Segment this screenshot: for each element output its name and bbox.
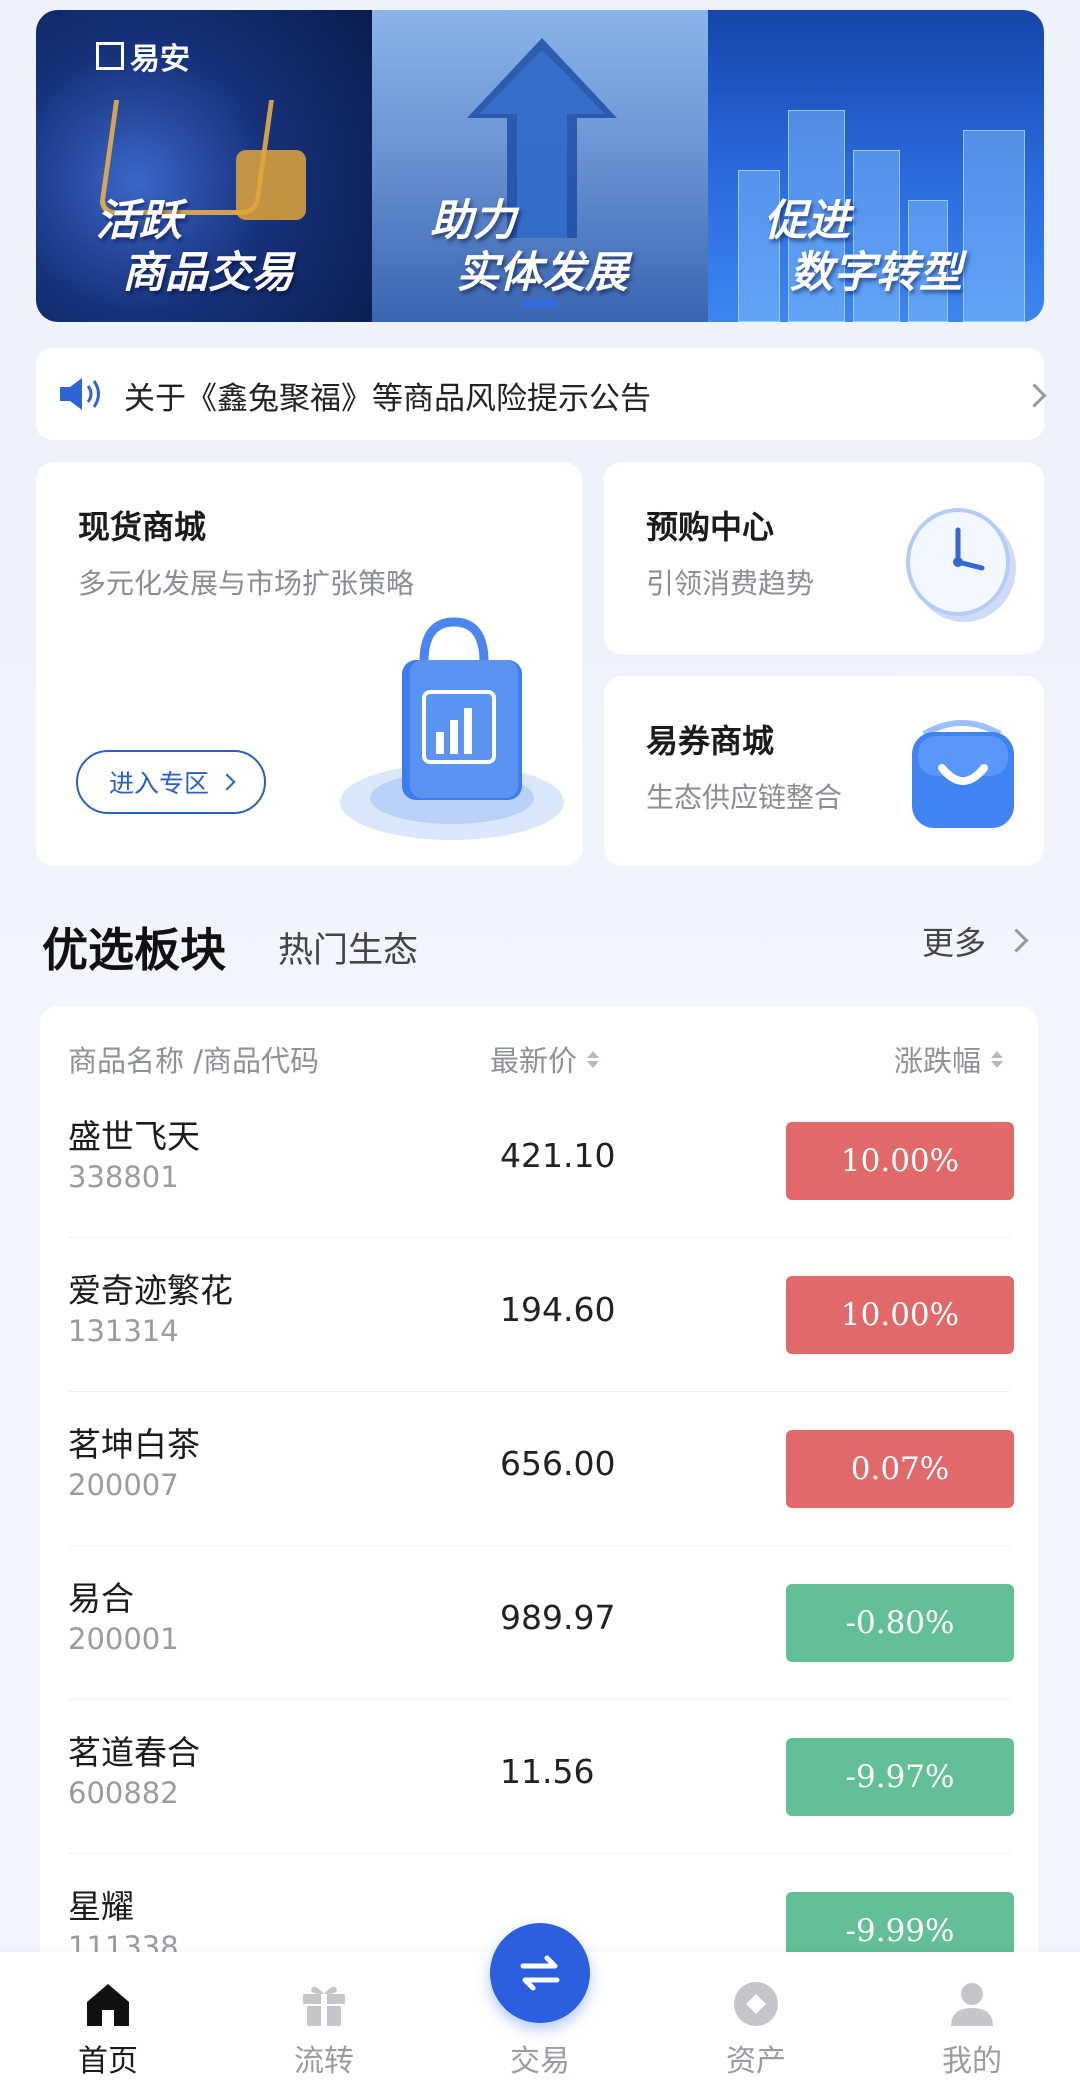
change-badge: 0.07%: [786, 1430, 1014, 1508]
banner-slogan-2: 助力 实体发展: [430, 196, 628, 298]
product-name: 星耀: [68, 1887, 134, 1926]
card-title: 现货商城: [78, 508, 207, 546]
product-code: 200001: [68, 1622, 179, 1656]
latest-price: 11.56: [500, 1752, 595, 1791]
nav-label: 流转: [294, 2044, 354, 2079]
nav-label: 资产: [726, 2044, 786, 2079]
product-code: 338801: [68, 1160, 179, 1194]
latest-price: 656.00: [500, 1444, 616, 1483]
logo-mark-icon: [96, 42, 124, 70]
banner-slogan-3: 促进 数字转型: [764, 196, 962, 298]
banner-slide-3: 促进 数字转型: [708, 10, 1044, 322]
banner-slide-1: 易安 活跃 商品交易: [36, 10, 372, 322]
card-title: 预购中心: [646, 508, 775, 546]
product-code: 200007: [68, 1468, 179, 1502]
user-icon: [951, 1983, 993, 2026]
table-row[interactable]: 茗坤白茶 200007 656.00 0.07%: [40, 1392, 1038, 1546]
spot-mall-card[interactable]: 现货商城 多元化发展与市场扩张策略 进入专区: [36, 462, 582, 866]
column-header-change[interactable]: 涨跌幅: [894, 1038, 1004, 1080]
exchange-icon: [520, 1955, 560, 1991]
gift-icon: [303, 1986, 345, 2026]
banner-page-indicator: [522, 300, 558, 307]
latest-price: 989.97: [500, 1598, 616, 1637]
card-subtitle: 引领消费趋势: [646, 567, 815, 600]
product-name: 爱奇迹繁花: [68, 1271, 233, 1310]
announcement-bar[interactable]: 关于《鑫兔聚福》等商品风险提示公告: [36, 348, 1047, 440]
nav-label: 交易: [510, 2044, 570, 2079]
latest-price: 194.60: [500, 1290, 616, 1329]
clock-icon: [906, 508, 1016, 622]
product-name: 盛世飞天: [68, 1117, 200, 1156]
table-row[interactable]: 易合 200001 989.97 -0.80%: [40, 1546, 1038, 1700]
nav-item-assets[interactable]: 资产: [676, 1952, 836, 2083]
presale-center-card[interactable]: 预购中心 引领消费趋势: [604, 462, 1044, 654]
banner-slogan-1: 活跃 商品交易: [96, 196, 294, 298]
brand-logo: 易安: [96, 34, 190, 78]
sort-icon: [587, 1050, 600, 1068]
speaker-icon: [60, 378, 100, 410]
card-title: 易券商城: [646, 722, 775, 760]
quote-table: 商品名称 /商品代码 最新价 涨跌幅 盛世飞天 338801 421.10 10…: [40, 1006, 1038, 2006]
promo-banner[interactable]: 易安 活跃 商品交易 助力 实体发展 促进 数字转型: [36, 10, 1044, 322]
product-code: 600882: [68, 1776, 179, 1810]
change-badge: 10.00%: [786, 1122, 1014, 1200]
table-row[interactable]: 茗道春合 600882 11.56 -9.97%: [40, 1700, 1038, 1854]
table-row[interactable]: 爱奇迹繁花 131314 194.60 10.00%: [40, 1238, 1038, 1392]
change-badge: -0.80%: [786, 1584, 1014, 1662]
card-subtitle: 多元化发展与市场扩张策略: [78, 567, 415, 600]
logo-text: 易安: [130, 42, 190, 77]
column-header-name: 商品名称 /商品代码: [68, 1044, 319, 1078]
shopping-bag-chart-icon: [340, 617, 564, 840]
latest-price: 421.10: [500, 1136, 616, 1175]
shopping-bag-icon: [912, 720, 1014, 828]
tab-popular-ecosystem[interactable]: 热门生态: [278, 922, 418, 973]
nav-label: 我的: [942, 2044, 1002, 2079]
nav-label: 首页: [78, 2044, 138, 2079]
card-subtitle: 生态供应链整合: [646, 781, 843, 814]
asset-icon: [734, 1982, 778, 2026]
product-name: 茗道春合: [68, 1733, 200, 1772]
home-icon: [87, 1984, 129, 2026]
table-row[interactable]: 盛世飞天 338801 421.10 10.00%: [40, 1084, 1038, 1238]
nav-item-home[interactable]: 首页: [28, 1952, 188, 2083]
sort-icon: [991, 1050, 1004, 1068]
nav-item-mine[interactable]: 我的: [892, 1952, 1052, 2083]
announcement-text[interactable]: 关于《鑫兔聚福》等商品风险提示公告: [124, 373, 651, 418]
product-code: 131314: [68, 1314, 179, 1348]
banner-slide-2: 助力 实体发展: [372, 10, 708, 322]
column-header-price[interactable]: 最新价: [490, 1038, 600, 1080]
trade-fab-button[interactable]: [490, 1923, 590, 2023]
change-badge: -9.97%: [786, 1738, 1014, 1816]
chevron-right-icon: [218, 773, 236, 791]
enter-zone-button[interactable]: 进入专区: [76, 750, 266, 814]
chevron-right-icon: [1022, 383, 1047, 408]
product-name: 易合: [68, 1579, 134, 1618]
coupon-mall-card[interactable]: 易券商城 生态供应链整合: [604, 676, 1044, 866]
tab-featured-sectors[interactable]: 优选板块: [42, 914, 226, 980]
change-badge: 10.00%: [786, 1276, 1014, 1354]
product-name: 茗坤白茶: [68, 1425, 200, 1464]
more-link[interactable]: 更多: [922, 918, 986, 964]
nav-item-transfer[interactable]: 流转: [244, 1952, 404, 2083]
